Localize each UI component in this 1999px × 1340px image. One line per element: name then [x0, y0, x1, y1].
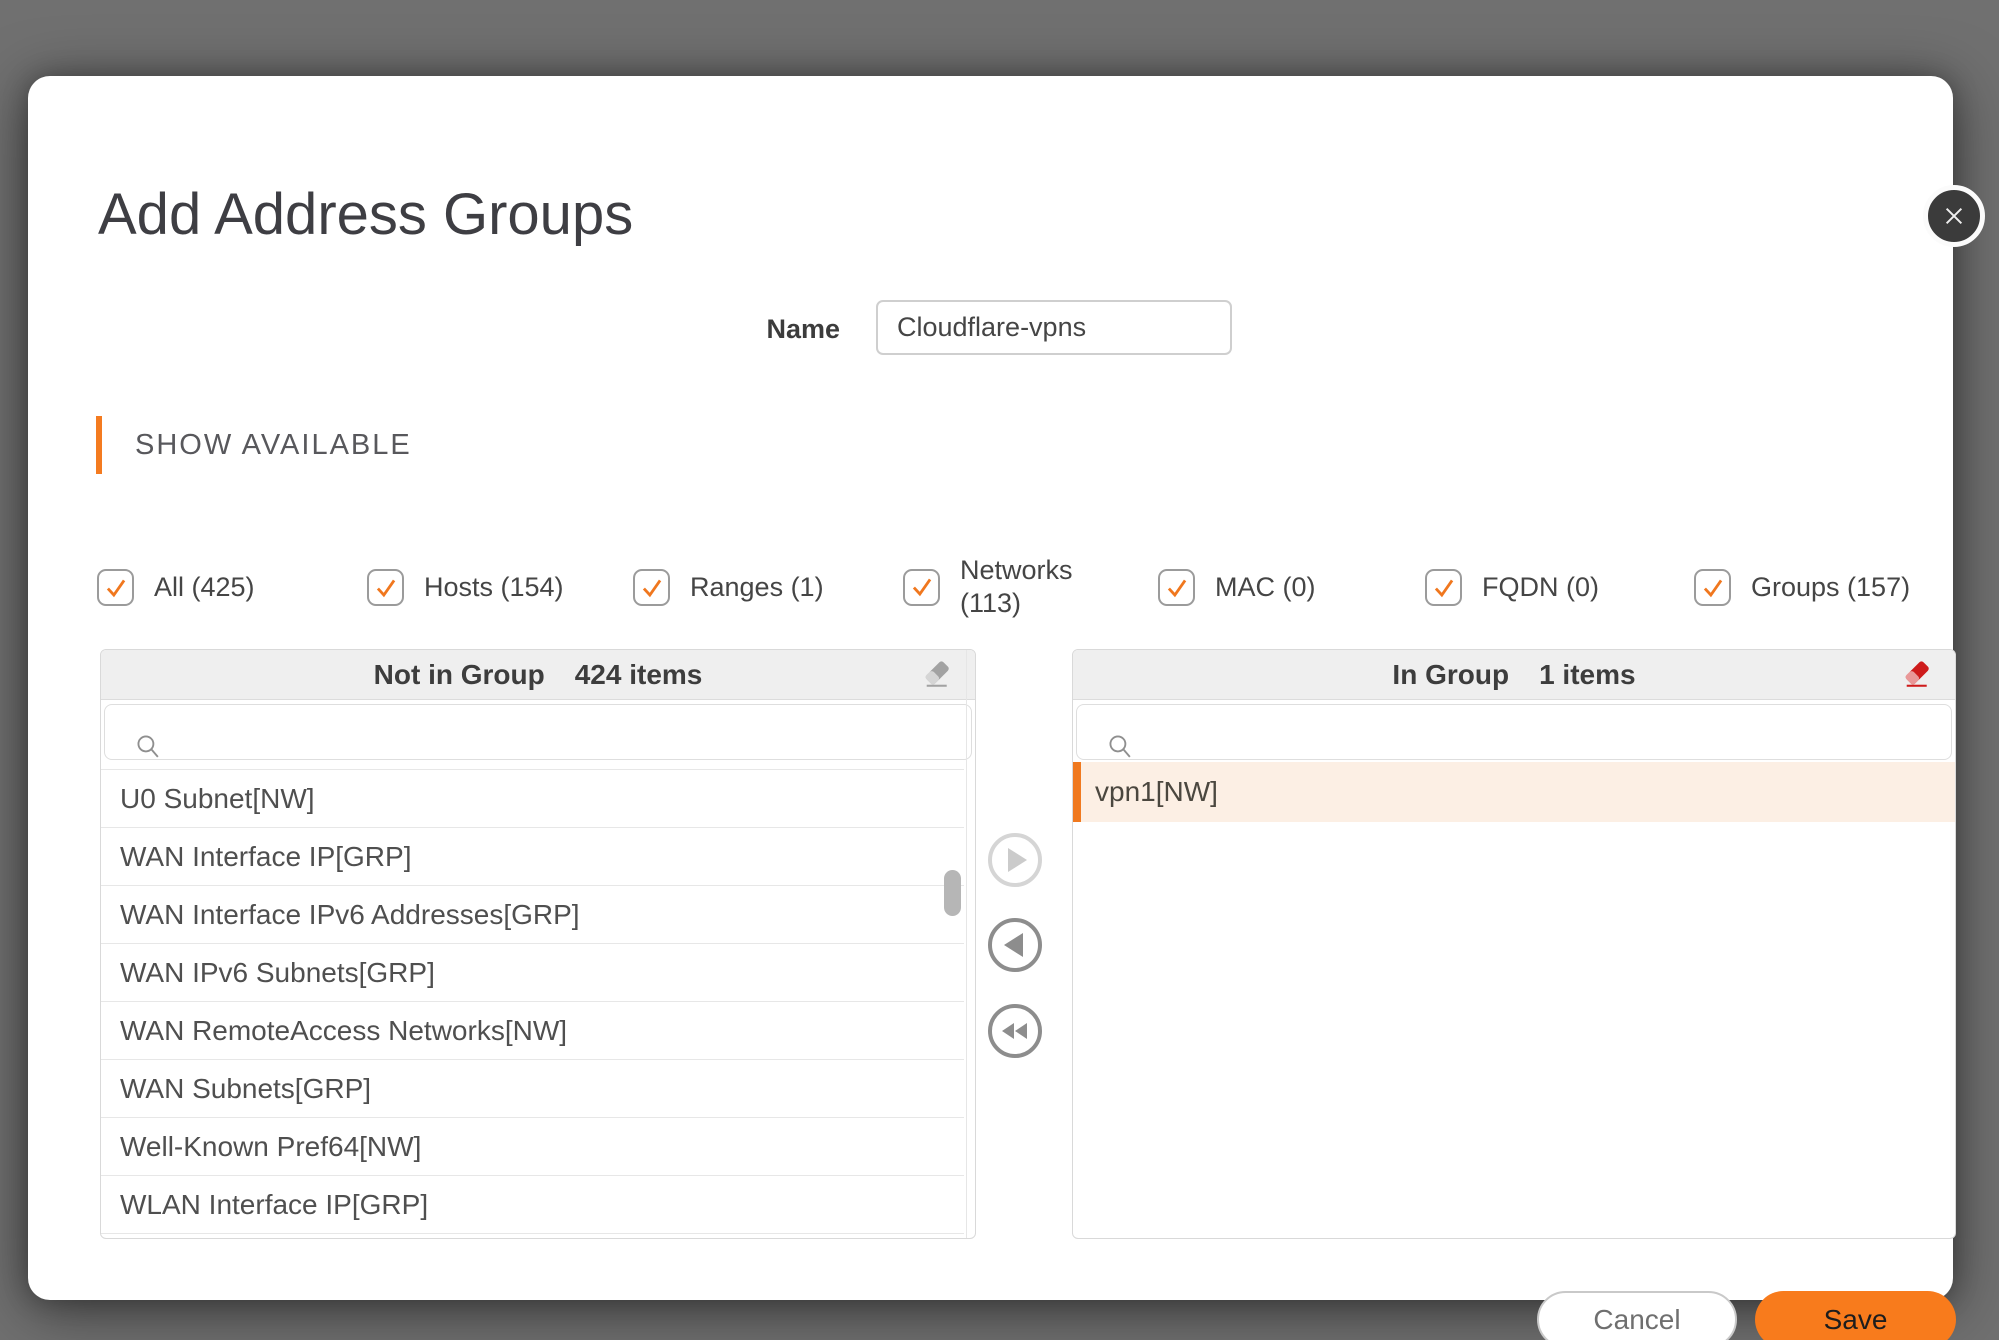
- filter-all: All (425): [97, 569, 255, 606]
- list-item[interactable]: WAN RemoteAccess Networks[NW]: [101, 1002, 964, 1060]
- not-in-group-header: Not in Group 424 items: [101, 650, 975, 700]
- checkbox-ranges[interactable]: [633, 569, 670, 606]
- list-item[interactable]: WLAN Interface IP[GRP]: [101, 1176, 964, 1234]
- in-group-count: 1 items: [1539, 659, 1636, 691]
- clear-left-eraser-icon[interactable]: [921, 659, 953, 691]
- filter-groups: Groups (157): [1694, 569, 1910, 606]
- scrollbar-track: [966, 650, 967, 1238]
- dialog-title: Add Address Groups: [98, 183, 633, 247]
- not-in-group-search-input[interactable]: [157, 709, 961, 753]
- filter-hosts: Hosts (154): [367, 569, 564, 606]
- not-in-group-panel: Not in Group 424 items: [100, 649, 976, 1239]
- list-item[interactable]: WAN Subnets[GRP]: [101, 1060, 964, 1118]
- checkmark-icon: [638, 574, 666, 602]
- checkbox-mac[interactable]: [1158, 569, 1195, 606]
- filter-ranges: Ranges (1): [633, 569, 824, 606]
- double-arrow-left-icon: [1002, 1023, 1027, 1039]
- in-group-title: In Group: [1392, 659, 1509, 691]
- clear-right-eraser-icon[interactable]: [1901, 659, 1933, 691]
- move-left-button[interactable]: [988, 918, 1042, 972]
- selected-group-member[interactable]: vpn1[NW]: [1073, 762, 1955, 822]
- scrollbar-thumb[interactable]: [944, 870, 961, 916]
- list-item[interactable]: WAN Interface IP[GRP]: [101, 828, 964, 886]
- checkbox-hosts[interactable]: [367, 569, 404, 606]
- section-accent-bar: [96, 416, 102, 474]
- not-in-group-title: Not in Group: [374, 659, 545, 691]
- scrolled-row-sliver: [101, 760, 964, 770]
- checkmark-icon: [372, 574, 400, 602]
- checkbox-groups[interactable]: [1694, 569, 1731, 606]
- filter-label-networks: Networks (113): [960, 554, 1073, 620]
- save-button[interactable]: Save: [1755, 1291, 1956, 1340]
- list-item[interactable]: U0 Subnet[NW]: [101, 770, 964, 828]
- section-title: SHOW AVAILABLE: [135, 429, 412, 462]
- cancel-button[interactable]: Cancel: [1537, 1291, 1737, 1340]
- checkmark-icon: [102, 574, 130, 602]
- in-group-panel: In Group 1 items v: [1072, 649, 1956, 1239]
- list-item[interactable]: WAN Interface IPv6 Addresses[GRP]: [101, 886, 964, 944]
- arrow-right-icon: [1008, 848, 1027, 872]
- checkmark-icon: [908, 573, 936, 601]
- filter-label-ranges: Ranges (1): [690, 571, 824, 604]
- screen-backdrop: Add Address Groups Name SHOW AVAILABLE A…: [0, 0, 1999, 1340]
- name-input[interactable]: [876, 300, 1232, 355]
- filter-networks: Networks (113): [903, 554, 1073, 620]
- not-in-group-search: [104, 704, 972, 760]
- move-right-button[interactable]: [988, 833, 1042, 887]
- filter-label-fqdn: FQDN (0): [1482, 571, 1599, 604]
- list-item[interactable]: Well-Known Pref64[NW]: [101, 1118, 964, 1176]
- filter-label-hosts: Hosts (154): [424, 571, 564, 604]
- filter-label-mac: MAC (0): [1215, 571, 1316, 604]
- add-address-groups-dialog: Add Address Groups Name SHOW AVAILABLE A…: [28, 76, 1953, 1300]
- in-group-search-input[interactable]: [1129, 709, 1941, 753]
- close-button[interactable]: [1923, 185, 1985, 247]
- checkmark-icon: [1163, 574, 1191, 602]
- filter-fqdn: FQDN (0): [1425, 569, 1599, 606]
- checkmark-icon: [1430, 574, 1458, 602]
- close-icon: [1941, 203, 1967, 229]
- checkbox-fqdn[interactable]: [1425, 569, 1462, 606]
- checkbox-all[interactable]: [97, 569, 134, 606]
- name-field-label: Name: [668, 314, 840, 345]
- arrow-left-icon: [1004, 933, 1023, 957]
- filter-mac: MAC (0): [1158, 569, 1316, 606]
- filter-label-all: All (425): [154, 571, 255, 604]
- list-item[interactable]: WAN IPv6 Subnets[GRP]: [101, 944, 964, 1002]
- filter-label-groups: Groups (157): [1751, 571, 1910, 604]
- not-in-group-count: 424 items: [575, 659, 703, 691]
- checkbox-networks[interactable]: [903, 569, 940, 606]
- in-group-header: In Group 1 items: [1073, 650, 1955, 700]
- checkmark-icon: [1699, 574, 1727, 602]
- in-group-search: [1076, 704, 1952, 760]
- not-in-group-list: U0 Subnet[NW] WAN Interface IP[GRP] WAN …: [101, 760, 975, 1237]
- move-all-left-button[interactable]: [988, 1004, 1042, 1058]
